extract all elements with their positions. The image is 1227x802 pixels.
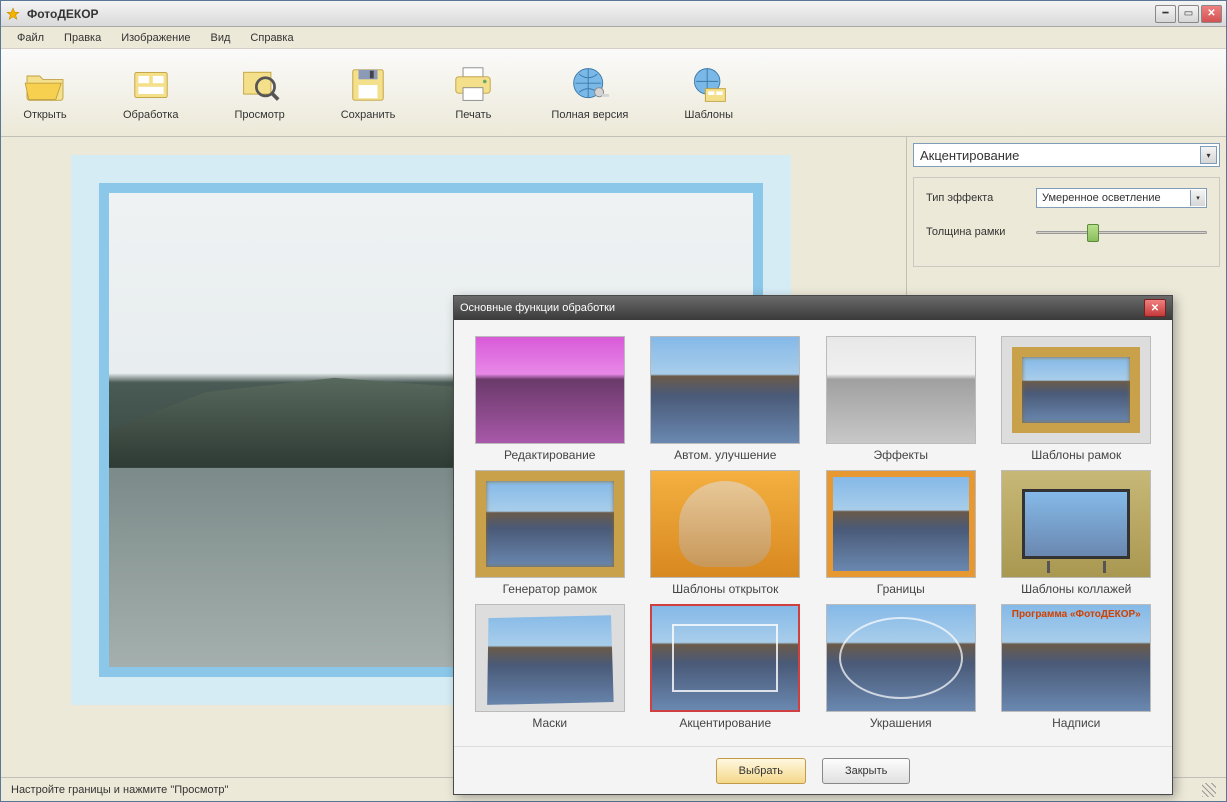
- function-label: Редактирование: [504, 448, 595, 462]
- dialog-close-button[interactable]: ✕: [1144, 299, 1166, 317]
- function-thumb: [650, 470, 800, 578]
- function-item-9[interactable]: Акцентирование: [646, 604, 806, 730]
- function-thumb: [475, 470, 625, 578]
- toolbar: Открыть Обработка Просмотр Сохранить Печ…: [1, 49, 1226, 137]
- function-item-11[interactable]: Программа «ФотоДЕКОР» Надписи: [997, 604, 1157, 730]
- folder-open-icon: [23, 65, 67, 105]
- open-button[interactable]: Открыть: [15, 61, 75, 125]
- process-button[interactable]: Обработка: [115, 61, 186, 125]
- function-thumb: [1001, 470, 1151, 578]
- function-item-10[interactable]: Украшения: [821, 604, 981, 730]
- function-label: Шаблоны рамок: [1031, 448, 1121, 462]
- menu-help[interactable]: Справка: [242, 30, 301, 46]
- function-item-3[interactable]: Шаблоны рамок: [997, 336, 1157, 462]
- globe-templates-icon: [687, 65, 731, 105]
- functions-grid: Редактирование Автом. улучшение Эффекты Шаб…: [454, 320, 1172, 746]
- status-text: Настройте границы и нажмите "Просмотр": [11, 784, 228, 796]
- menu-bar: Файл Правка Изображение Вид Справка: [1, 27, 1226, 49]
- function-item-8[interactable]: Маски: [470, 604, 630, 730]
- function-item-7[interactable]: Шаблоны коллажей: [997, 470, 1157, 596]
- menu-edit[interactable]: Правка: [56, 30, 109, 46]
- title-bar[interactable]: ФотоДЕКОР ━ ▭ ✕: [1, 1, 1226, 27]
- category-value: Акцентирование: [920, 148, 1019, 163]
- templates-button[interactable]: Шаблоны: [676, 61, 741, 125]
- magnifier-icon: [238, 65, 282, 105]
- process-icon: [129, 65, 173, 105]
- function-label: Маски: [532, 716, 567, 730]
- slider-thumb[interactable]: [1087, 224, 1099, 242]
- thickness-slider[interactable]: [1036, 222, 1207, 242]
- dialog-titlebar[interactable]: Основные функции обработки ✕: [454, 296, 1172, 320]
- menu-image[interactable]: Изображение: [113, 30, 198, 46]
- chevron-down-icon: ▾: [1200, 146, 1217, 164]
- maximize-button[interactable]: ▭: [1178, 5, 1199, 23]
- thickness-label: Толщина рамки: [926, 226, 1026, 238]
- function-thumb: [650, 336, 800, 444]
- function-label: Шаблоны открыток: [672, 582, 778, 596]
- function-item-5[interactable]: Шаблоны открыток: [646, 470, 806, 596]
- function-item-4[interactable]: Генератор рамок: [470, 470, 630, 596]
- function-thumb: [826, 336, 976, 444]
- category-select[interactable]: Акцентирование ▾: [913, 143, 1220, 167]
- full-version-button[interactable]: Полная версия: [543, 61, 636, 125]
- preview-button[interactable]: Просмотр: [226, 61, 292, 125]
- function-thumb: Программа «ФотоДЕКОР»: [1001, 604, 1151, 712]
- function-label: Украшения: [870, 716, 932, 730]
- menu-view[interactable]: Вид: [203, 30, 239, 46]
- effect-type-select[interactable]: Умеренное осветление ▾: [1036, 188, 1207, 208]
- printer-icon: [451, 65, 495, 105]
- function-thumb: [826, 604, 976, 712]
- function-label: Надписи: [1052, 716, 1100, 730]
- dialog-title: Основные функции обработки: [460, 302, 1144, 314]
- function-item-0[interactable]: Редактирование: [470, 336, 630, 462]
- function-thumb: [1001, 336, 1151, 444]
- close-dialog-button[interactable]: Закрыть: [822, 758, 910, 784]
- floppy-icon: [346, 65, 390, 105]
- effect-type-label: Тип эффекта: [926, 192, 1026, 204]
- function-label: Акцентирование: [679, 716, 771, 730]
- function-label: Шаблоны коллажей: [1021, 582, 1131, 596]
- app-star-icon: [5, 6, 21, 22]
- select-button[interactable]: Выбрать: [716, 758, 806, 784]
- function-label: Границы: [877, 582, 925, 596]
- chevron-down-icon: ▾: [1190, 190, 1205, 206]
- function-label: Эффекты: [873, 448, 928, 462]
- function-item-1[interactable]: Автом. улучшение: [646, 336, 806, 462]
- function-item-2[interactable]: Эффекты: [821, 336, 981, 462]
- effect-panel: Тип эффекта Умеренное осветление ▾ Толщи…: [913, 177, 1220, 267]
- save-button[interactable]: Сохранить: [333, 61, 404, 125]
- function-thumb: [475, 604, 625, 712]
- menu-file[interactable]: Файл: [9, 30, 52, 46]
- function-label: Генератор рамок: [503, 582, 597, 596]
- function-thumb: [826, 470, 976, 578]
- close-button[interactable]: ✕: [1201, 5, 1222, 23]
- functions-dialog: Основные функции обработки ✕ Редактирова…: [453, 295, 1173, 795]
- minimize-button[interactable]: ━: [1155, 5, 1176, 23]
- globe-key-icon: [568, 65, 612, 105]
- function-label: Автом. улучшение: [674, 448, 776, 462]
- window-title: ФотоДЕКОР: [27, 7, 1155, 21]
- function-thumb: [475, 336, 625, 444]
- function-item-6[interactable]: Границы: [821, 470, 981, 596]
- print-button[interactable]: Печать: [443, 61, 503, 125]
- function-thumb: [650, 604, 800, 712]
- resize-grip[interactable]: [1202, 783, 1216, 797]
